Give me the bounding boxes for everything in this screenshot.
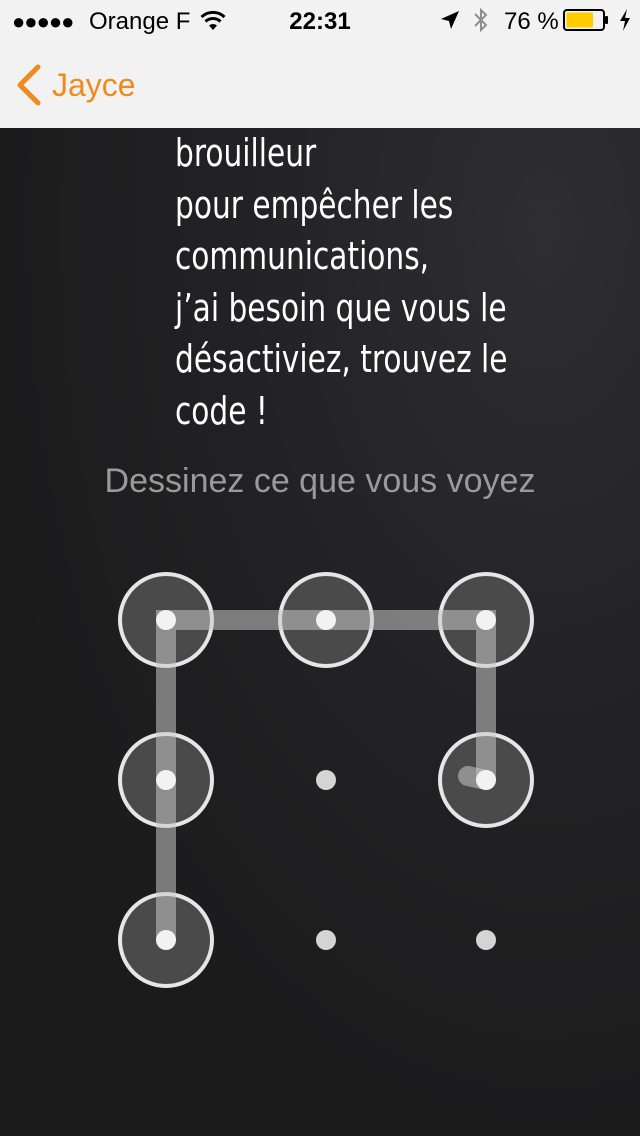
pattern-dot-1[interactable] (156, 610, 176, 630)
pattern-dot-8[interactable] (316, 930, 336, 950)
back-button[interactable]: Jayce (14, 62, 136, 108)
pattern-dot-5[interactable] (316, 770, 336, 790)
pattern-lock-grid[interactable] (0, 560, 640, 1000)
game-screen: ●●●●● Orange F 22:31 76 % Jayce brouille… (0, 0, 640, 1136)
message-line: j’ai besoin que vous le (175, 285, 507, 330)
location-arrow-icon (441, 11, 459, 29)
pattern-dot-9[interactable] (476, 930, 496, 950)
pattern-dot-4[interactable] (156, 770, 176, 790)
message-line: brouilleur (175, 131, 317, 175)
navigation-bar: Jayce (0, 42, 640, 128)
battery-percent: 76 % (504, 8, 559, 35)
status-bar: ●●●●● Orange F 22:31 76 % (0, 0, 640, 42)
battery-icon (563, 9, 608, 31)
message-line: communications, (175, 234, 430, 278)
instruction-text: Dessinez ce que vous voyez (104, 462, 536, 500)
bluetooth-icon (474, 7, 488, 33)
charging-bolt-icon (620, 9, 630, 31)
message-line: code ! (175, 388, 268, 433)
pattern-dot-2[interactable] (316, 610, 336, 630)
story-message: brouilleur pour empêcher les communicati… (175, 128, 518, 437)
pattern-dot-3[interactable] (476, 610, 496, 630)
back-button-label: Jayce (52, 66, 136, 103)
message-line: désactiviez, trouvez le (175, 337, 508, 381)
pattern-dot-7[interactable] (156, 930, 176, 950)
pattern-dot-6[interactable] (476, 770, 496, 790)
message-line: pour empêcher les (175, 182, 454, 227)
chevron-left-icon (17, 64, 41, 106)
